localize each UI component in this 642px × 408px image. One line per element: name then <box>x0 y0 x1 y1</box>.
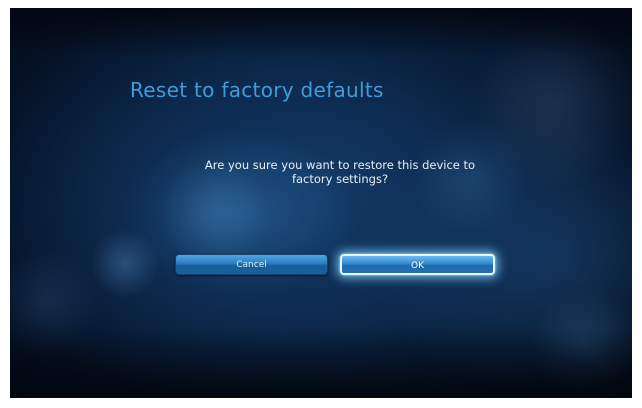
dialog-title: Reset to factory defaults <box>130 78 384 102</box>
dialog-message: Are you sure you want to restore this de… <box>130 158 550 186</box>
bokeh-light-3 <box>90 228 160 298</box>
dialog-message-line-2: factory settings? <box>291 172 389 186</box>
tv-screen: Reset to factory defaults Are you sure y… <box>10 8 632 398</box>
ok-button[interactable]: OK <box>340 254 495 275</box>
top-vignette <box>10 8 632 56</box>
dialog-message-line-1: Are you sure you want to restore this de… <box>204 158 476 172</box>
bottom-vignette <box>10 328 632 398</box>
cancel-button[interactable]: Cancel <box>175 254 328 275</box>
